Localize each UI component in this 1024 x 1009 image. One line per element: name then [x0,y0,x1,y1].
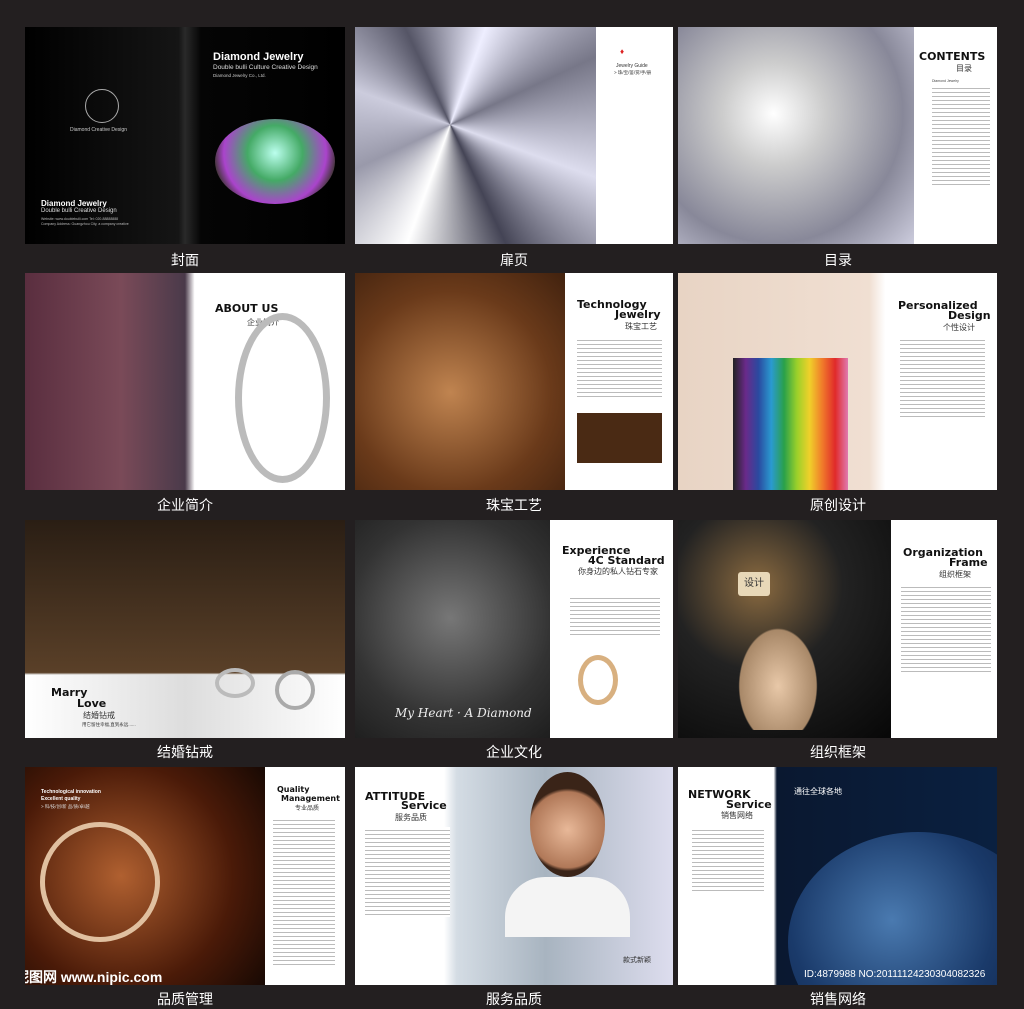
network-cn: 销售网络 [721,811,753,820]
marry-tagline: 用它留住幸福,直到永远...... [82,722,136,727]
network-globe-text: 通往全球各地 [794,787,842,796]
tech-photo [577,413,662,463]
spread-service: ATTITUDE Service 服务品质 款式新颖 [355,767,673,985]
wedding-ring-2-image [275,670,315,710]
caption-tech: 珠宝工艺 [486,498,542,514]
guide-title: Jewelry Guide [616,63,648,69]
back-subtitle: Double bulli Creative Design [41,208,117,214]
cover-company: Diamond Jewelry Co., Ltd. [213,73,266,78]
rainbow-diamond-image [215,119,335,204]
contents-title: CONTENTS [919,50,986,63]
spread-tech: Technology Jewelry 珠宝工艺 [355,273,673,490]
caption-about: 企业简介 [157,498,213,514]
ring-image [235,313,330,483]
spread-flyleaf: ♦ Jewelry Guide > 珠/宝/鉴/赏/手/册 [355,27,673,244]
network-title-2: Service [726,798,772,811]
spread-cover: Diamond Creative Design Diamond Jewelry … [25,27,345,244]
org-cn: 组织框架 [939,570,971,579]
spread-contents: CONTENTS 目录 Diamond Jewelry [678,27,997,244]
caption-service: 服务品质 [486,992,542,1008]
operator-image [530,772,605,877]
watermark-id: ID:4879988 NO:20111124230304082326 [804,969,986,980]
quality-cn: 专业品质 [295,805,320,812]
org-title-2: Frame [949,556,988,569]
cover-subtitle: Double bulli Culture Creative Design [213,64,318,71]
caption-cover: 封面 [171,253,199,269]
quality-line-2: Excellent quality [41,796,81,802]
spread-network: NETWORK Service 销售网络 通往全球各地 ID:4879988 N… [678,767,997,985]
personal-title-2: Design [948,309,991,322]
rings-image [578,655,618,705]
tech-body-text [577,337,662,397]
personal-cn: 个性设计 [943,323,975,332]
caption-personal: 原创设计 [810,498,866,514]
caption-culture: 企业文化 [486,745,542,761]
back-title: Diamond Jewelry [41,199,107,208]
service-body-text [365,827,450,917]
guide-cn: > 珠/宝/鉴/赏/手/册 [614,70,652,75]
tech-cn: 珠宝工艺 [625,322,657,331]
service-footer: 款式新颖 [623,957,651,964]
spread-culture: My Heart · A Diamond Experience 4C Stand… [355,520,673,738]
quality-line-1: Technological innovation [41,789,101,795]
contents-cn: 目录 [956,64,972,73]
wedding-rings-image [215,668,255,698]
caption-contents: 目录 [824,253,852,269]
magnifier-image [40,822,160,942]
pencils-image [733,358,848,490]
org-body-text [901,584,991,674]
contents-item: Diamond Jewelry [932,79,959,83]
marry-title-2: Love [77,697,107,710]
contents-list [932,85,990,185]
watermark-site: 昵图网 www.nipic.com [25,969,163,985]
caption-marry: 结婚钻戒 [157,745,213,761]
cover-logo-text: Diamond Creative Design [70,127,127,133]
diamond-logo-icon [85,89,119,123]
about-title: ABOUT US [215,302,279,315]
spread-marry: Marry Love 结婚钻戒 用它留住幸福,直到永远...... [25,520,345,738]
marry-cn: 结婚钻戒 [83,711,115,720]
spread-personal: Personalized Design 个性设计 [678,273,997,490]
back-info: Website: www.doublebulli.com Tel: 020-88… [41,217,129,226]
service-title-2: Service [401,799,447,812]
design-button: 设计 [738,572,770,596]
network-body-text [692,827,764,892]
cover-title: Diamond Jewelry [213,51,304,63]
culture-body-text [570,595,660,635]
quality-line-3: > 科/技/创/新 品/质/卓/越 [41,804,90,809]
tech-title-2: Jewelry [615,308,661,321]
service-cn: 服务品质 [395,813,427,822]
spread-quality: Technological innovation Excellent quali… [25,767,345,985]
operator-body [505,877,630,937]
heart-diamond-script: My Heart · A Diamond [395,706,532,720]
globe-image [788,832,997,985]
caption-flyleaf: 扉页 [500,253,528,269]
personal-body-text [900,337,985,417]
spread-about: ABOUT US 企业简介 [25,273,345,490]
culture-cn: 你身边的私人钻石专家 [578,567,658,576]
quality-body-text [273,817,335,967]
caption-quality: 品质管理 [157,992,213,1008]
culture-title-2: 4C Standard [588,554,665,567]
brand-logo-icon: ♦ [620,47,625,56]
caption-network: 销售网络 [810,992,866,1008]
hand-image [733,620,823,730]
caption-org: 组织框架 [810,745,866,761]
spread-org: 设计 Organization Frame 组织框架 [678,520,997,738]
